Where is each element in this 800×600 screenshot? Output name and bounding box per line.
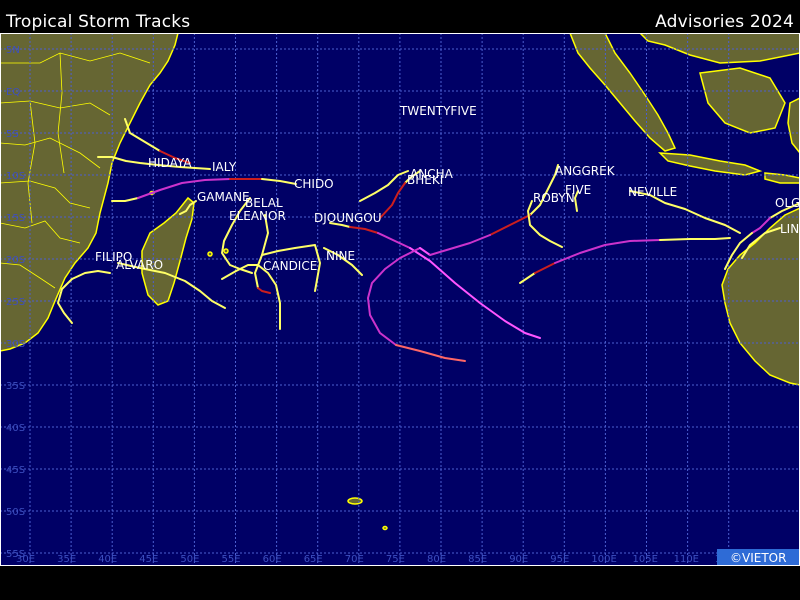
map-area[interactable]: 5N EQ 5S 10S 15S 20S 25S 30S 35S 40S 45S 50S 55S 30E… <box>0 32 800 566</box>
lon-label: 35E <box>57 554 76 565</box>
lon-label: 70E <box>345 554 364 565</box>
lon-label: 105E <box>633 554 658 565</box>
storm-label-alvaro: ALVARO <box>116 258 163 272</box>
storm-label-gamane: GAMANE <box>197 190 250 204</box>
lon-label: 60E <box>263 554 282 565</box>
lon-label: 30E <box>16 554 35 565</box>
lon-label: 75E <box>386 554 405 565</box>
map-title: Tropical Storm Tracks <box>6 12 191 32</box>
reunion-island <box>207 251 213 257</box>
lat-label: 15S <box>6 213 25 224</box>
storm-label-lincoln: LINCOLN <box>780 222 800 236</box>
lon-label: 90E <box>509 554 528 565</box>
lon-label: 110E <box>674 554 699 565</box>
storm-label-robyn: ROBYN <box>533 191 575 205</box>
lon-label: 55E <box>222 554 241 565</box>
lat-label: 5S <box>6 129 19 140</box>
storm-label-twentyfive: TWENTYFIVE <box>399 104 477 118</box>
lon-label: 100E <box>591 554 616 565</box>
lat-label: 40S <box>6 423 25 434</box>
kerguelen-island <box>347 497 363 505</box>
storm-label-bheki: BHEKI <box>407 173 443 187</box>
lon-label: 95E <box>550 554 569 565</box>
lon-label: 65E <box>304 554 323 565</box>
storm-label-eleanor: ELEANOR <box>229 209 286 223</box>
credit-badge: ©VIETOR <box>717 549 800 566</box>
lon-label: 40E <box>98 554 117 565</box>
heard-island <box>382 525 388 531</box>
lat-label: 5N <box>6 45 20 56</box>
lat-label: 20S <box>6 255 25 266</box>
storm-label-chido: CHIDO <box>294 177 334 191</box>
credit-text: ©VIETOR <box>730 551 786 565</box>
lon-label: 80E <box>427 554 446 565</box>
lon-label: 85E <box>468 554 487 565</box>
storm-label-djoungou: DJOUNGOU <box>314 211 382 225</box>
map-frame: Tropical Storm Tracks Advisories 2024 5N… <box>0 0 800 600</box>
storm-label-hidaya: HIDAYA <box>148 156 192 170</box>
storm-label-nine: NINE <box>326 249 355 263</box>
mauritius-island <box>223 248 229 254</box>
lon-label: 45E <box>139 554 158 565</box>
storm-label-olga: OLGA <box>775 196 800 210</box>
storm-track-map[interactable]: 5NEQ5S10S15S20S25S30S35S40S45S50S55S 30E… <box>0 32 800 566</box>
season-label: Advisories 2024 <box>655 12 794 32</box>
storm-label-ialy: IALY <box>212 160 237 174</box>
lon-label: 50E <box>180 554 199 565</box>
lat-label: 30S <box>6 339 25 350</box>
lat-label: 10S <box>6 171 25 182</box>
storm-label-anggrek: ANGGREK <box>555 164 616 178</box>
storm-label-neville: NEVILLE <box>628 185 677 199</box>
lat-label: EQ <box>6 87 20 98</box>
storm-label-candice: CANDICE <box>263 259 317 273</box>
storm-label-belal: BELAL <box>245 196 283 210</box>
lat-label: 25S <box>6 297 25 308</box>
lat-label: 45S <box>6 465 25 476</box>
lat-label: 50S <box>6 507 25 518</box>
lat-label: 35S <box>6 381 25 392</box>
